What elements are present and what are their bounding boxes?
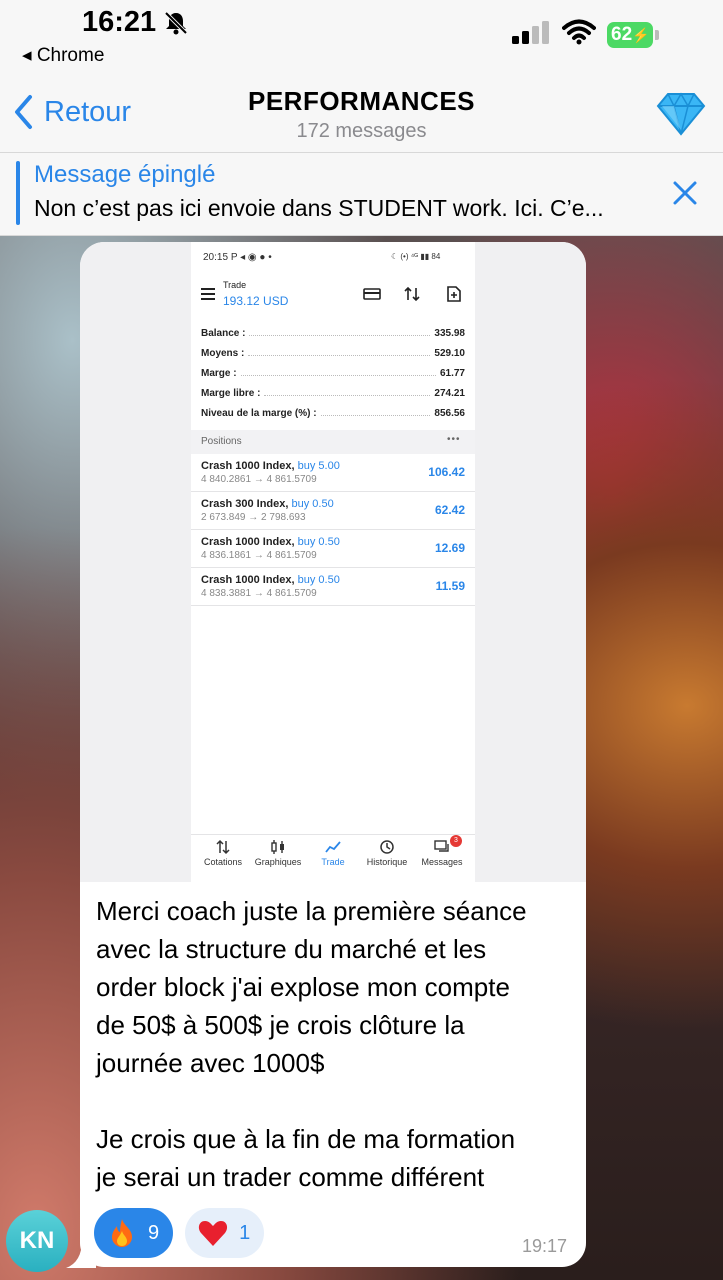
account-row: Niveau de la marge (%) : 856.56 <box>201 408 465 419</box>
tab-label: Messages <box>421 857 463 867</box>
trend-line-icon <box>325 841 341 853</box>
tab-trade: Trade <box>305 839 361 867</box>
history-icon <box>380 840 394 854</box>
message-bubble[interactable]: 20:15 P ◂ ◉ ● • ☾ (•) ⁴ᴳ ▮▮ 84 Trade 193… <box>80 242 586 1267</box>
battery-level: 62 <box>611 24 633 45</box>
status-bar: 16:21 ◂ Chrome 62⚡ <box>0 0 723 78</box>
account-label: Marge : <box>201 368 237 379</box>
reactions: 9 1 <box>94 1208 276 1258</box>
sort-arrows-icon <box>404 286 420 302</box>
trading-app-screenshot: 20:15 P ◂ ◉ ● • ☾ (•) ⁴ᴳ ▮▮ 84 Trade 193… <box>191 242 475 882</box>
messages-icon <box>434 840 449 852</box>
position-profit: 62.42 <box>434 503 465 517</box>
fire-icon <box>112 1219 132 1247</box>
position-symbol: Crash 1000 Index, <box>201 536 295 548</box>
positions-header: Positions ••• <box>191 430 475 454</box>
diamond-icon[interactable] <box>656 92 706 136</box>
tab-label: Historique <box>366 857 408 867</box>
account-row: Balance : 335.98 <box>201 328 465 339</box>
shot-tab-bar: Cotations Graphiques Trade Historique Me… <box>191 834 475 882</box>
wifi-icon <box>562 19 596 45</box>
position-prices: 4 840.2861 → 4 861.5709 <box>201 474 317 485</box>
message-count: 172 messages <box>296 120 427 142</box>
message-time: 19:17 <box>522 1236 568 1256</box>
candlestick-icon <box>271 840 284 854</box>
reaction-fire[interactable]: 9 <box>94 1208 174 1258</box>
position-direction: buy 5.00 <box>297 460 340 472</box>
account-value: 856.56 <box>434 408 465 419</box>
account-row: Marge : 61.77 <box>201 368 465 379</box>
tab-label: Trade <box>321 857 345 867</box>
position-direction: buy 0.50 <box>297 536 340 548</box>
shot-status-time: 20:15 <box>203 252 229 263</box>
battery-indicator: 62⚡ <box>607 22 659 48</box>
tab-label: Cotations <box>203 857 243 867</box>
position-profit: 106.42 <box>428 465 465 479</box>
position-symbol: Crash 1000 Index, <box>201 460 295 472</box>
shot-status-left: 20:15 P ◂ ◉ ● • <box>203 252 272 263</box>
tab-graphiques: Graphiques <box>250 839 306 867</box>
account-row: Moyens : 529.10 <box>201 348 465 359</box>
account-label: Moyens : <box>201 348 245 359</box>
position-row: Crash 1000 Index, buy 5.00 4 840.2861 → … <box>191 454 475 492</box>
account-label: Niveau de la marge (%) : <box>201 408 317 419</box>
chat-header: Retour PERFORMANCES 172 messages <box>0 78 723 152</box>
tab-label: Graphiques <box>254 857 302 867</box>
account-label: Marge libre : <box>201 388 261 399</box>
reaction-count: 9 <box>148 1221 160 1244</box>
back-to-app-link[interactable]: ◂ Chrome <box>22 44 104 67</box>
bell-muted-icon <box>164 11 188 35</box>
position-prices: 4 836.1861 → 4 861.5709 <box>201 550 317 561</box>
position-direction: buy 0.50 <box>297 574 340 586</box>
close-icon[interactable] <box>672 180 698 206</box>
quotes-arrows-icon <box>216 839 230 855</box>
charging-bolt-icon: ⚡ <box>632 27 650 43</box>
pinned-title: Message épinglé <box>34 161 216 188</box>
position-prices: 4 838.3881 → 4 861.5709 <box>201 588 317 599</box>
shot-status-right: ☾ (•) ⁴ᴳ ▮▮ 84 <box>391 252 441 261</box>
position-row: Crash 300 Index, buy 0.50 2 673.849 → 2 … <box>191 492 475 530</box>
pinned-message-bar[interactable]: Message épinglé Non c’est pas ici envoie… <box>0 152 723 236</box>
pinned-indicator <box>16 161 20 225</box>
reaction-count: 1 <box>239 1221 251 1244</box>
tab-cotations: Cotations <box>195 839 251 867</box>
shot-trade-amount: 193.12 USD <box>223 294 289 308</box>
position-direction: buy 0.50 <box>291 498 334 510</box>
reaction-heart[interactable]: 1 <box>185 1208 265 1258</box>
account-row: Marge libre : 274.21 <box>201 388 465 399</box>
new-order-icon <box>447 286 461 302</box>
position-symbol: Crash 300 Index, <box>201 498 289 510</box>
shot-trade-label: Trade <box>223 280 247 290</box>
account-value: 274.21 <box>434 388 465 399</box>
tab-historique: Historique <box>359 839 415 867</box>
card-icon <box>363 288 381 300</box>
position-row: Crash 1000 Index, buy 0.50 4 838.3881 → … <box>191 568 475 606</box>
account-value: 335.98 <box>434 328 465 339</box>
avatar[interactable]: KN <box>6 1210 68 1272</box>
hamburger-menu-icon <box>201 288 215 300</box>
message-text: Merci coach juste la première séance ave… <box>96 896 527 1192</box>
account-value: 529.10 <box>434 348 465 359</box>
messages-badge: 3 <box>450 835 462 847</box>
more-icon: ••• <box>447 434 461 445</box>
position-row: Crash 1000 Index, buy 0.50 4 836.1861 → … <box>191 530 475 568</box>
account-value: 61.77 <box>439 368 465 379</box>
status-time: 16:21 <box>82 6 157 38</box>
position-symbol: Crash 1000 Index, <box>201 574 295 586</box>
heart-icon <box>199 1221 228 1246</box>
shot-status-icons: P ◂ ◉ ● • <box>230 252 272 263</box>
chat-title[interactable]: PERFORMANCES <box>0 86 723 117</box>
position-profit: 11.59 <box>435 579 465 593</box>
pinned-text: Non c’est pas ici envoie dans STUDENT wo… <box>34 195 604 221</box>
position-profit: 12.69 <box>434 541 465 555</box>
cell-signal-icon <box>512 21 549 44</box>
position-prices: 2 673.849 → 2 798.693 <box>201 512 306 523</box>
positions-title: Positions <box>201 436 242 447</box>
tab-messages: Messages 3 <box>414 835 470 867</box>
account-label: Balance : <box>201 328 246 339</box>
attached-image[interactable]: 20:15 P ◂ ◉ ● • ☾ (•) ⁴ᴳ ▮▮ 84 Trade 193… <box>80 242 586 882</box>
